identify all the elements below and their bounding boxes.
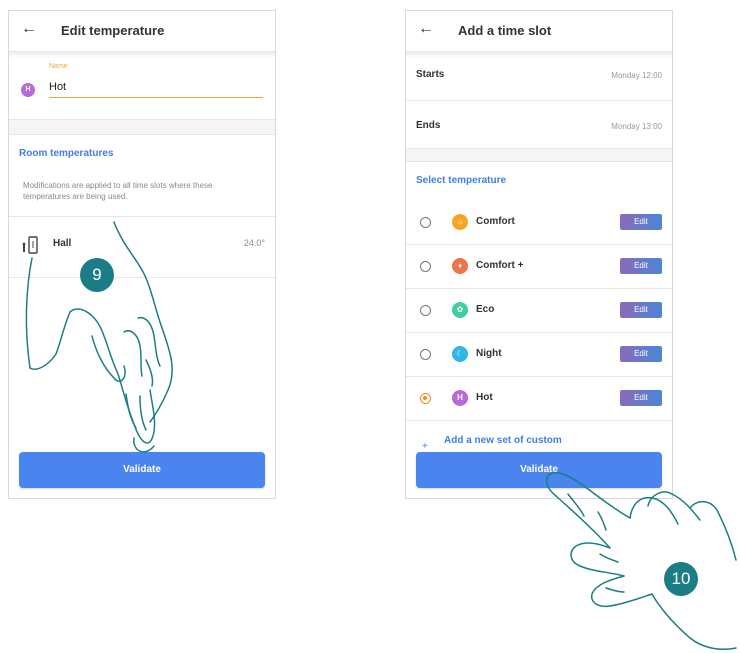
header: ← Add a time slot (406, 11, 672, 52)
moon-icon: ☾ (452, 346, 468, 362)
ends-row[interactable]: Ends Monday 13:00 (406, 101, 672, 147)
starts-value: Monday 12:00 (611, 71, 662, 80)
header: ← Edit temperature (9, 11, 275, 52)
step-badge-9: 9 (80, 258, 114, 292)
flame-icon: ♦ (452, 258, 468, 274)
ends-label: Ends (416, 120, 441, 131)
page-title: Add a time slot (458, 23, 552, 38)
starts-label: Starts (416, 69, 445, 80)
radio-button[interactable] (420, 305, 431, 316)
temperature-name: Comfort + (476, 260, 524, 271)
arrow-left-icon[interactable]: ← (21, 20, 37, 38)
sun-icon: ☼ (452, 214, 468, 230)
radio-button[interactable] (420, 349, 431, 360)
name-field-label: Name (49, 63, 68, 70)
starts-row[interactable]: Starts Monday 12:00 (406, 59, 672, 99)
section-title: Select temperature (416, 175, 507, 186)
add-time-slot-screen: ← Add a time slot Starts Monday 12:00 En… (405, 10, 673, 499)
edit-button[interactable]: Edit (620, 214, 662, 230)
edit-button[interactable]: Edit (620, 390, 662, 406)
room-temperature: 24.0° (243, 238, 265, 248)
edit-button[interactable]: Edit (620, 258, 662, 274)
temperature-name: Comfort (476, 216, 515, 227)
section-spacer (406, 149, 672, 161)
temperature-name: Eco (476, 304, 495, 315)
info-note: Modifications are applied to all time sl… (23, 181, 213, 201)
pointing-hand-icon (25, 221, 173, 453)
header-shadow (406, 52, 672, 58)
page-title: Edit temperature (61, 23, 165, 38)
divider (9, 134, 275, 135)
temperature-row-comfort[interactable]: ☼ Comfort Edit (406, 201, 672, 244)
temperature-name: Hot (476, 392, 493, 403)
avatar: H (21, 83, 35, 97)
temperature-row-comfort-plus[interactable]: ♦ Comfort + Edit (406, 245, 672, 288)
add-custom-link[interactable]: Add a new set of custom (444, 435, 562, 446)
section-title: Room temperatures (19, 148, 114, 159)
leaf-icon: ✿ (452, 302, 468, 318)
temperature-row-night[interactable]: ☾ Night Edit (406, 333, 672, 376)
divider (406, 420, 672, 421)
plus-icon[interactable]: + (422, 441, 428, 452)
pointing-hand-icon (545, 472, 737, 650)
temperature-row-eco[interactable]: ✿ Eco Edit (406, 289, 672, 332)
ends-value: Monday 13:00 (611, 122, 662, 131)
temperature-row-hot[interactable]: H Hot Edit (406, 377, 672, 420)
arrow-left-icon[interactable]: ← (418, 20, 434, 38)
header-shadow (9, 52, 275, 58)
radio-button-selected[interactable] (420, 393, 431, 404)
name-input[interactable]: Hot (49, 81, 263, 98)
section-spacer (9, 120, 275, 134)
edit-button[interactable]: Edit (620, 302, 662, 318)
radio-button[interactable] (420, 217, 431, 228)
edit-button[interactable]: Edit (620, 346, 662, 362)
temperature-name: Night (476, 348, 502, 359)
letter-h-icon: H (452, 390, 468, 406)
radio-button[interactable] (420, 261, 431, 272)
divider (406, 161, 672, 162)
step-badge-10: 10 (664, 562, 698, 596)
